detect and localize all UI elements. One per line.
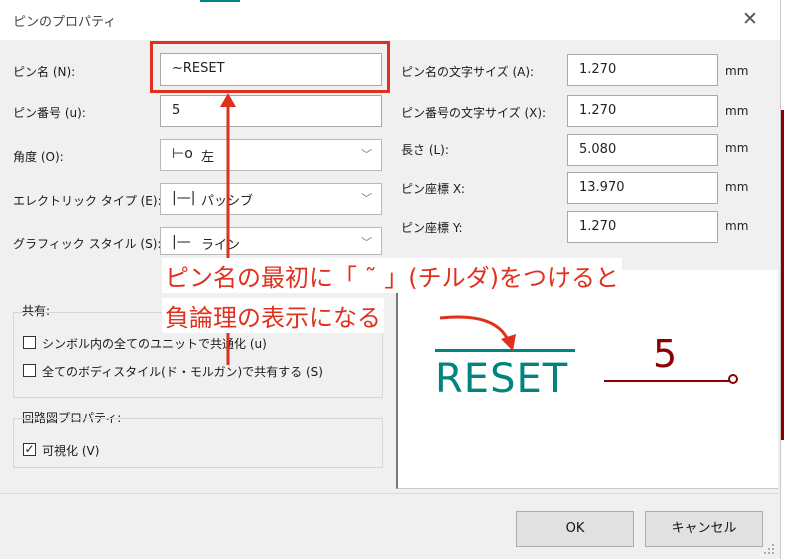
- curved-arrow-head: [501, 334, 516, 351]
- annotation-line-1: ピン名の最初に「 ˜ 」(チルダ)をつけると: [162, 258, 622, 293]
- up-arrow-head: [220, 93, 236, 107]
- curved-arrow-shaft: [439, 315, 510, 341]
- annotation-line-2: 負論理の表示になる: [162, 298, 384, 333]
